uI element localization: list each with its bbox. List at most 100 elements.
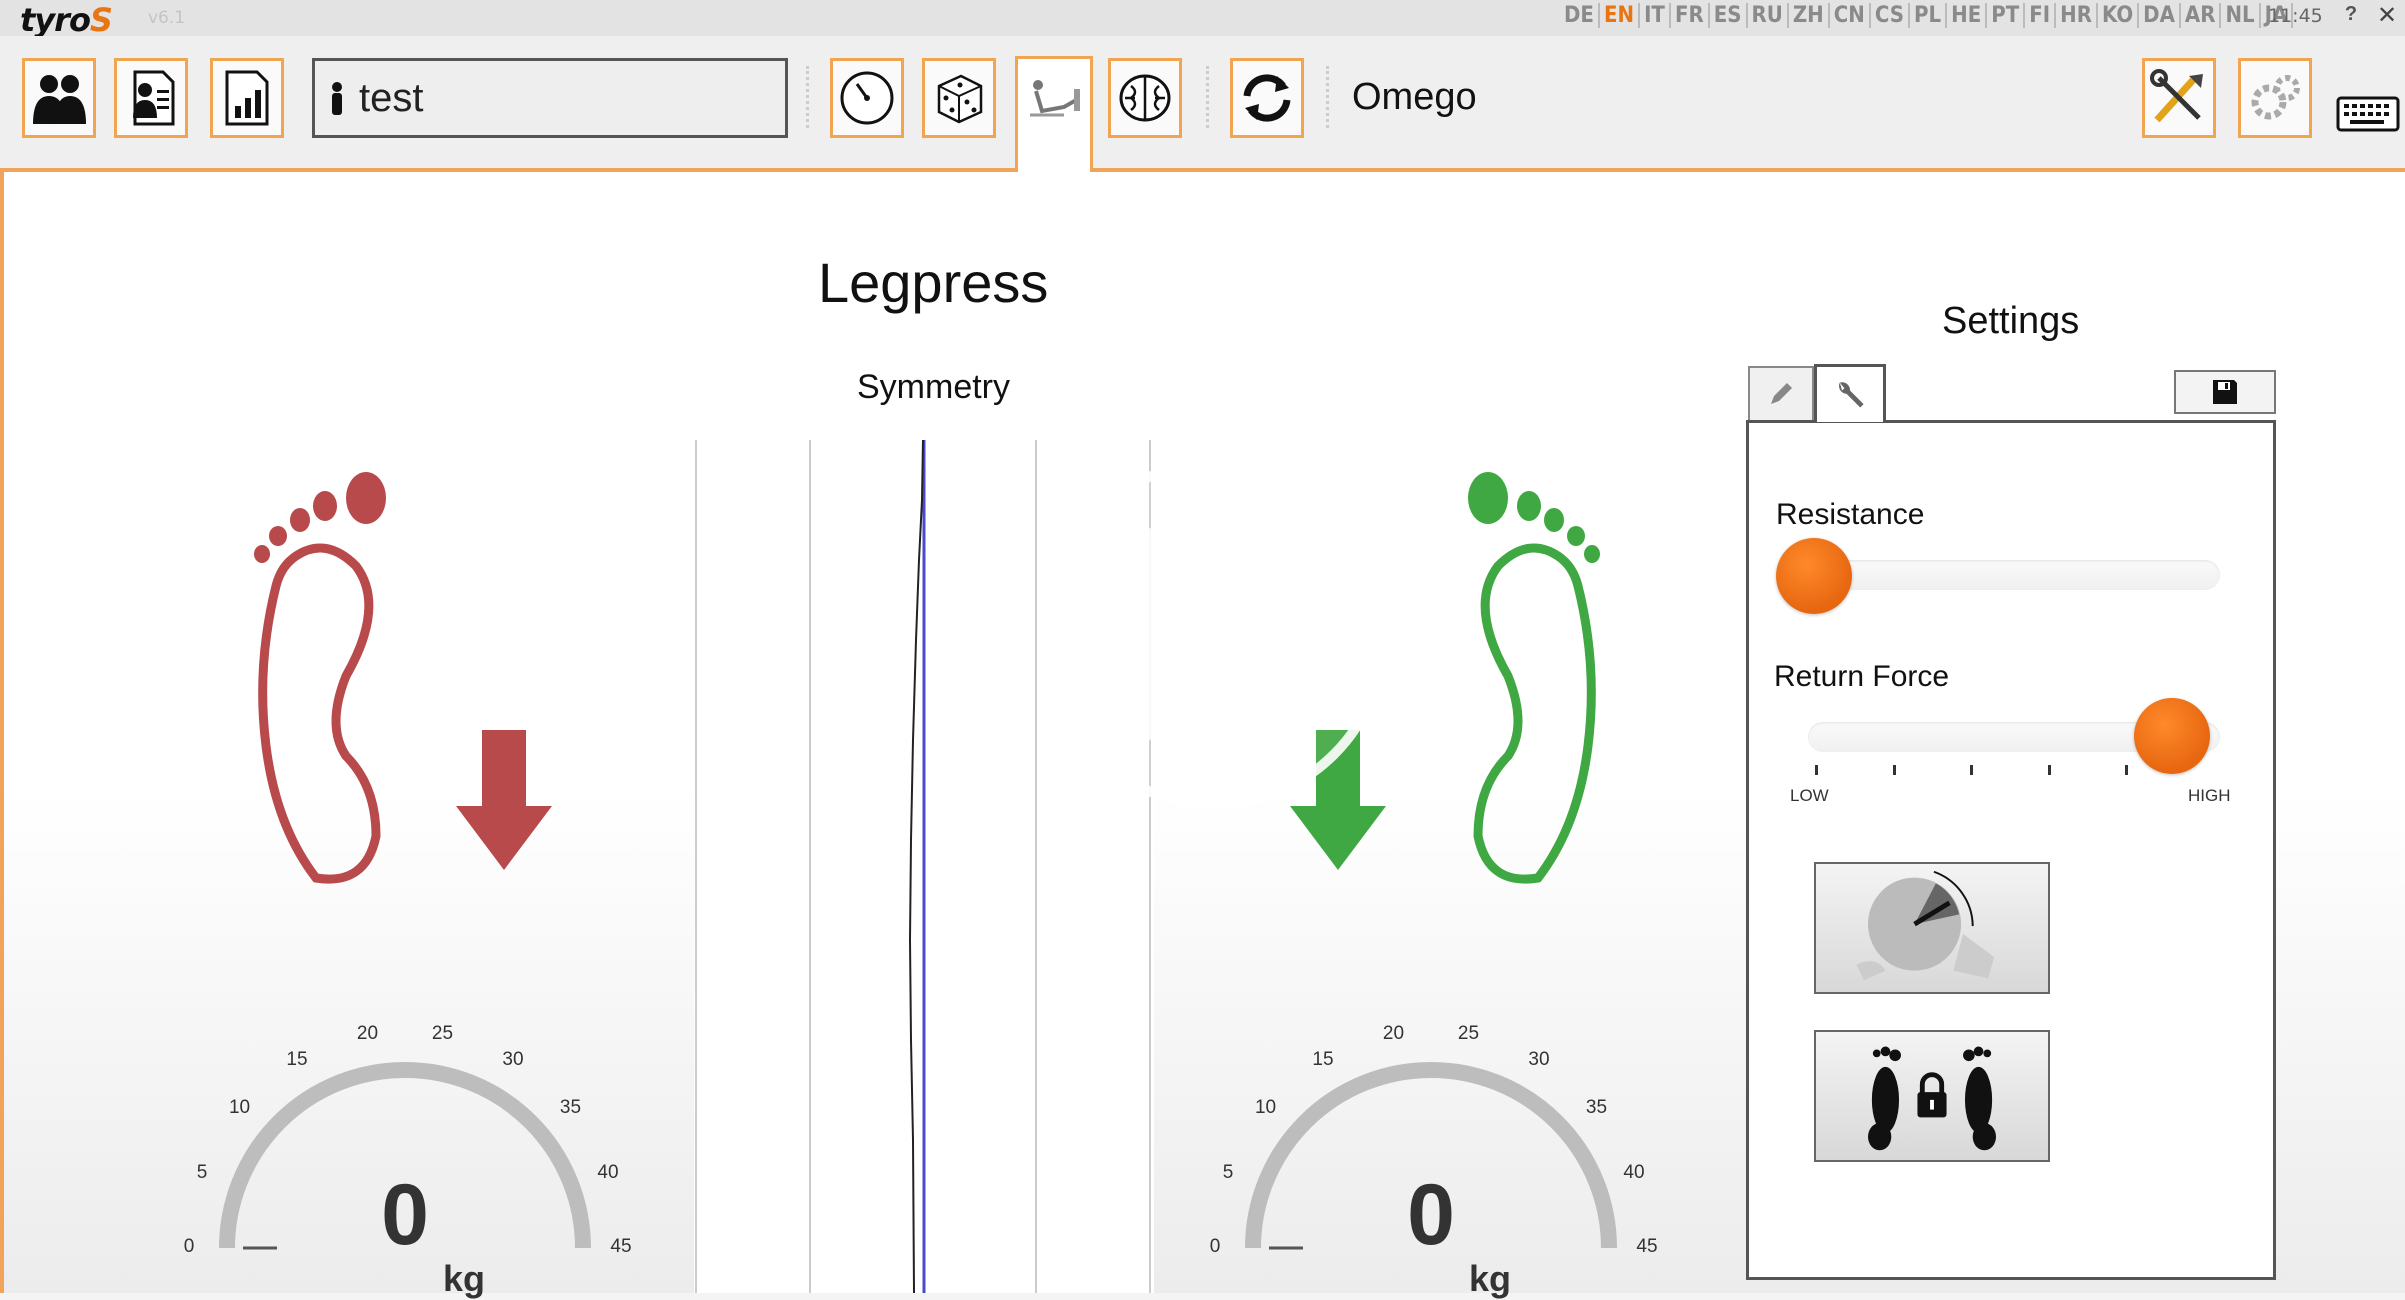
- slider-tick: [2048, 765, 2051, 775]
- language-ar[interactable]: AR: [2181, 3, 2222, 28]
- language-da[interactable]: DA: [2139, 3, 2181, 28]
- user-name-field[interactable]: test: [312, 58, 788, 138]
- language-hr[interactable]: HR: [2056, 3, 2098, 28]
- patient-file-icon: [133, 70, 175, 126]
- language-en[interactable]: EN: [1600, 3, 1641, 28]
- language-cn[interactable]: CN: [1830, 3, 1871, 28]
- legpress-exercise-icon: [1030, 80, 1080, 117]
- gauge-tick-label: 20: [1382, 1023, 1405, 1045]
- left-force-gauge: 0 5 10 15 20 25 30 35 40 45 0 kg: [170, 1000, 640, 1299]
- gauge-tick-label: 25: [431, 1023, 454, 1045]
- slider-tick: [1815, 765, 1818, 775]
- clock: 11:45: [2268, 5, 2323, 27]
- settings-button[interactable]: [2238, 58, 2312, 138]
- language-de[interactable]: DE: [1560, 3, 1600, 28]
- timer-button[interactable]: [830, 58, 904, 138]
- right-foot-icon: [1468, 472, 1600, 884]
- gauge-tick-label: 15: [1312, 1048, 1334, 1070]
- settings-title: Settings: [1942, 300, 2080, 342]
- range-of-motion-button[interactable]: [1814, 862, 2050, 994]
- return-force-slider-knob[interactable]: [2134, 698, 2210, 774]
- language-nl[interactable]: NL: [2221, 3, 2261, 28]
- gauge-tick-label: 30: [502, 1048, 524, 1070]
- save-button[interactable]: [2174, 370, 2276, 414]
- patients-icon: [33, 75, 86, 124]
- patient-file-button[interactable]: [114, 58, 188, 138]
- person-icon: [332, 82, 342, 115]
- language-zh[interactable]: ZH: [1789, 3, 1830, 28]
- language-ru[interactable]: RU: [1748, 3, 1789, 28]
- right-force-unit: kg: [1469, 1258, 1512, 1299]
- gauge-tick-label: 10: [1254, 1097, 1277, 1119]
- statistics-button[interactable]: [210, 58, 284, 138]
- return-force-label: Return Force: [1774, 660, 1950, 693]
- toolbar-separator: [1206, 66, 1212, 128]
- gauge-tick-label: 15: [286, 1048, 308, 1070]
- help-button[interactable]: ?: [2340, 3, 2362, 29]
- gauge-tick-label: 20: [356, 1023, 379, 1045]
- pencil-icon: [1771, 383, 1792, 404]
- high-label: HIGH: [2188, 786, 2231, 805]
- exercise-title: Legpress: [818, 251, 1049, 314]
- range-of-motion-icon: [1856, 870, 1995, 981]
- resistance-slider-track[interactable]: [1790, 560, 2220, 590]
- resistance-slider-knob[interactable]: [1776, 538, 1852, 614]
- slider-tick: [2125, 765, 2128, 775]
- gauge-tick-label: 25: [1457, 1023, 1480, 1045]
- gauge-tick-label: 35: [559, 1097, 582, 1119]
- refresh-icon: [1243, 74, 1291, 122]
- sync-button[interactable]: [1230, 58, 1304, 138]
- language-pl[interactable]: PL: [1910, 3, 1948, 28]
- brain-button[interactable]: [1108, 58, 1182, 138]
- gauge-tick-label: 0: [1209, 1236, 1221, 1257]
- patients-button[interactable]: [22, 58, 96, 138]
- statistics-icon: [225, 70, 269, 126]
- toolbar-separator: [806, 66, 812, 128]
- left-force-value: 0: [381, 1167, 429, 1263]
- machine-name: Omego: [1352, 76, 1477, 118]
- timer-icon: [840, 71, 894, 125]
- gauge-tick-label: 40: [597, 1162, 619, 1184]
- language-fi[interactable]: FI: [2025, 3, 2057, 28]
- toolbar-separator: [1326, 66, 1332, 128]
- gauge-tick-label: 30: [1528, 1048, 1550, 1070]
- foot-lock-button[interactable]: [1814, 1030, 2050, 1162]
- gauge-tick-label: 10: [228, 1097, 251, 1119]
- language-he[interactable]: HE: [1947, 3, 1988, 28]
- language-es[interactable]: ES: [1710, 3, 1748, 28]
- foot-lock-icon: [1868, 1046, 1996, 1151]
- settings-tab-tools[interactable]: [1814, 364, 1886, 422]
- brain-icon: [1119, 74, 1171, 122]
- symmetry-label: Symmetry: [857, 368, 1010, 406]
- dice-button[interactable]: [922, 58, 996, 138]
- exercise-tab[interactable]: [1015, 56, 1093, 188]
- user-name: test: [359, 75, 424, 120]
- video-play-icon[interactable]: [1032, 452, 1396, 816]
- tools-button[interactable]: [2142, 58, 2216, 138]
- resistance-label: Resistance: [1776, 498, 1925, 531]
- right-force-gauge: 0 5 10 15 20 25 30 35 40 45 0 kg: [1196, 1000, 1666, 1299]
- dice-icon: [937, 74, 983, 124]
- language-cs[interactable]: CS: [1871, 3, 1911, 28]
- low-label: LOW: [1790, 786, 1829, 805]
- keyboard-icon[interactable]: [2336, 94, 2400, 134]
- gear-icon: [2251, 75, 2300, 120]
- slider-tick: [1893, 765, 1896, 775]
- language-ko[interactable]: KO: [2098, 3, 2140, 28]
- language-selector: DE EN IT FR ES RU ZH CN CS PL HE PT FI HR KO DA AR NL JA: [1560, 3, 2294, 28]
- gauge-tick-label: 35: [1585, 1097, 1608, 1119]
- language-it[interactable]: IT: [1640, 3, 1671, 28]
- toolbar: test Omego: [0, 36, 2405, 188]
- save-icon: [2213, 380, 2237, 404]
- gauge-tick-label: 0: [183, 1236, 195, 1257]
- slider-tick: [1970, 765, 1973, 775]
- language-fr[interactable]: FR: [1671, 3, 1710, 28]
- settings-tab-edit[interactable]: [1748, 366, 1814, 420]
- close-button[interactable]: ✕: [2374, 1, 2400, 29]
- gauge-tick-label: 45: [1636, 1236, 1658, 1257]
- gauge-tick-label: 45: [610, 1236, 632, 1257]
- gauge-tick-label: 5: [196, 1162, 208, 1184]
- language-pt[interactable]: PT: [1987, 3, 2026, 28]
- left-foot-icon: [254, 472, 386, 884]
- app-logo: tyroS: [20, 1, 113, 39]
